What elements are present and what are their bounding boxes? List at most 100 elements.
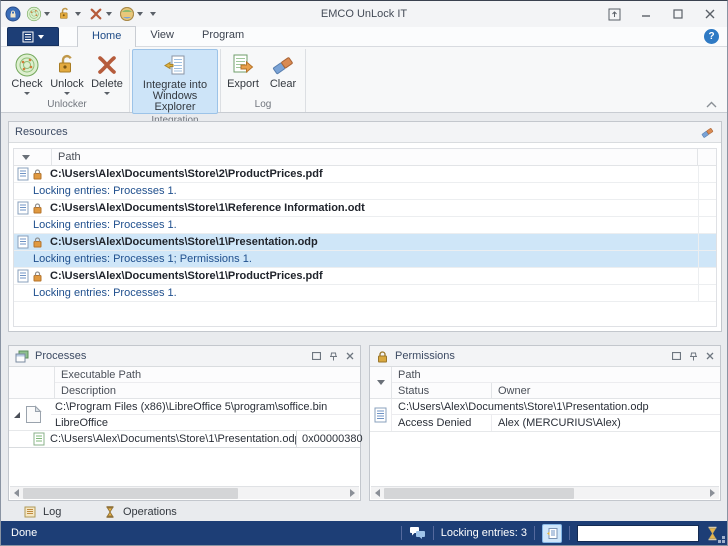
delete-button[interactable]: Delete <box>87 49 127 98</box>
resource-row[interactable]: C:\Users\Alex\Documents\Store\1\Referenc… <box>14 200 716 217</box>
title-bar: EMCO UnLock IT <box>1 1 727 27</box>
delete-cross-icon <box>88 6 104 22</box>
integrate-windows-explorer-button[interactable]: Integrate into Windows Explorer <box>132 49 218 114</box>
pin-icon[interactable] <box>689 351 698 361</box>
document-icon <box>14 201 32 215</box>
minimize-button[interactable] <box>633 5 659 23</box>
unlock-padlock-icon <box>57 6 73 22</box>
globe-quick-button[interactable] <box>117 5 145 23</box>
processes-table-header[interactable]: Executable Path Description <box>9 367 360 399</box>
unlock-quick-button[interactable] <box>55 5 83 23</box>
resource-detail-row-selected[interactable]: Locking entries: Processes 1; Permission… <box>14 251 716 268</box>
processes-panel: Processes Executable Path Description C:… <box>8 345 361 501</box>
resource-detail-row[interactable]: Locking entries: Processes 1. <box>14 217 716 234</box>
quick-access-toolbar <box>5 5 158 23</box>
locking-entries-text: Locking entries: Processes 1; Permission… <box>33 253 252 265</box>
tab-view[interactable]: View <box>136 26 188 46</box>
scrollbar-thumb[interactable] <box>23 488 238 499</box>
check-button[interactable]: Check <box>7 49 47 98</box>
eraser-icon[interactable] <box>700 125 715 140</box>
ribbon-group-log: Export Clear Log <box>221 49 306 112</box>
close-panel-icon[interactable] <box>346 352 354 360</box>
tab-home[interactable]: Home <box>77 26 136 47</box>
app-lock-icon[interactable] <box>5 6 21 22</box>
lock-icon <box>32 236 50 248</box>
resource-detail-row[interactable]: Locking entries: Processes 1. <box>14 183 716 200</box>
delete-cross-icon <box>94 52 120 78</box>
resources-caption: Resources <box>9 122 721 143</box>
resource-detail-row[interactable]: Locking entries: Processes 1. <box>14 285 716 302</box>
delete-quick-button[interactable] <box>86 5 114 23</box>
permissions-lock-icon <box>376 350 389 363</box>
process-description: LibreOffice <box>51 415 360 431</box>
menu-list-icon <box>22 31 34 43</box>
scroll-right-icon[interactable] <box>706 487 719 500</box>
hourglass-icon <box>706 526 719 541</box>
resize-grip[interactable] <box>722 540 725 543</box>
check-dropdown-arrow[interactable] <box>24 92 30 95</box>
export-icon <box>230 52 256 78</box>
unlock-padlock-icon <box>54 52 80 78</box>
search-input[interactable] <box>577 525 699 542</box>
close-button[interactable] <box>697 5 723 23</box>
process-locked-file-row[interactable]: C:\Users\Alex\Documents\Store\1\Presenta… <box>9 431 360 448</box>
locking-entries-text: Locking entries: Processes 1. <box>33 219 177 231</box>
ribbon-display-options-button[interactable] <box>601 5 627 23</box>
resource-row[interactable]: C:\Users\Alex\Documents\Store\1\ProductP… <box>14 268 716 285</box>
scroll-left-icon[interactable] <box>371 487 384 500</box>
window-controls <box>601 5 723 23</box>
scroll-left-icon[interactable] <box>10 487 23 500</box>
log-view-toggle-button[interactable] <box>542 524 562 543</box>
clear-button[interactable]: Clear <box>263 49 303 98</box>
process-executable-path: C:\Program Files (x86)\LibreOffice 5\pro… <box>51 399 360 415</box>
process-row[interactable]: C:\Program Files (x86)\LibreOffice 5\pro… <box>9 399 360 431</box>
export-button[interactable]: Export <box>223 49 263 98</box>
column-header-status: Status <box>392 383 492 399</box>
pin-icon[interactable] <box>329 351 338 361</box>
scroll-right-icon[interactable] <box>346 487 359 500</box>
resources-table-header[interactable]: Path <box>14 149 716 166</box>
column-header-path[interactable]: Path <box>52 149 698 165</box>
ribbon: Check Unlock Delete Unlocker <box>1 47 727 113</box>
unlock-button[interactable]: Unlock <box>47 49 87 98</box>
column-header-path: Path <box>392 367 720 383</box>
status-text: Done <box>9 527 37 539</box>
resource-path: C:\Users\Alex\Documents\Store\2\ProductP… <box>50 168 323 180</box>
feedback-chat-icon[interactable] <box>409 526 426 540</box>
expand-collapse-icon[interactable] <box>9 399 25 430</box>
maximize-panel-icon[interactable] <box>672 352 681 360</box>
maximize-button[interactable] <box>665 5 691 23</box>
delete-dropdown-arrow[interactable] <box>104 92 110 95</box>
filter-dropdown-icon[interactable] <box>377 380 385 385</box>
globe-icon <box>119 6 135 22</box>
customize-toolbar-button[interactable] <box>148 11 158 17</box>
check-quick-button[interactable] <box>24 5 52 23</box>
tab-log[interactable]: Log <box>8 502 80 523</box>
ribbon-tabs: Home View Program <box>77 26 258 46</box>
tab-program[interactable]: Program <box>188 26 258 46</box>
application-menu-button[interactable] <box>7 27 59 46</box>
maximize-panel-icon[interactable] <box>312 352 321 360</box>
column-header-owner: Owner <box>492 383 720 399</box>
resource-row[interactable]: C:\Users\Alex\Documents\Store\2\ProductP… <box>14 166 716 183</box>
help-icon[interactable]: ? <box>704 29 719 44</box>
scrollbar-thumb[interactable] <box>384 488 574 499</box>
close-panel-icon[interactable] <box>706 352 714 360</box>
status-bar: Done Locking entries: 3 <box>1 521 727 545</box>
permissions-caption: Permissions <box>370 346 720 367</box>
document-icon <box>370 399 392 431</box>
collapse-ribbon-button[interactable] <box>706 101 717 108</box>
column-header-executable-path: Executable Path <box>55 367 360 383</box>
permissions-horizontal-scrollbar[interactable] <box>371 486 719 499</box>
permission-status: Access Denied <box>392 415 492 431</box>
tab-operations[interactable]: Operations <box>88 502 184 523</box>
unlock-dropdown-arrow[interactable] <box>64 92 70 95</box>
permissions-table-header[interactable]: Path Status Owner <box>370 367 720 399</box>
radar-icon <box>26 6 42 22</box>
processes-horizontal-scrollbar[interactable] <box>10 486 359 499</box>
filter-dropdown-icon[interactable] <box>22 155 30 160</box>
permission-row[interactable]: C:\Users\Alex\Documents\Store\1\Presenta… <box>370 399 720 432</box>
locking-entries-text: Locking entries: Processes 1. <box>33 287 177 299</box>
lock-icon <box>32 202 50 214</box>
resource-row-selected[interactable]: C:\Users\Alex\Documents\Store\1\Presenta… <box>14 234 716 251</box>
